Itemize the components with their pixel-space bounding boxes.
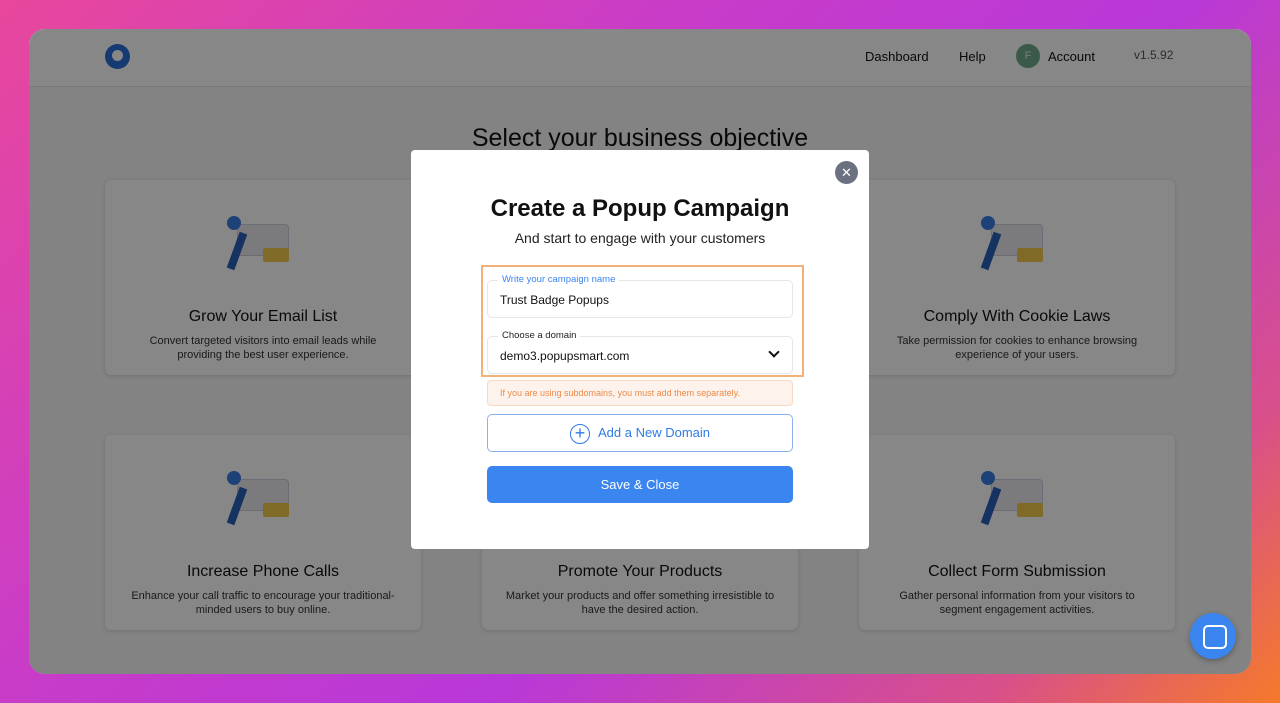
plus-circle-icon: +: [570, 423, 590, 444]
add-domain-button[interactable]: + Add a New Domain: [487, 414, 793, 452]
add-domain-label: Add a New Domain: [598, 425, 710, 440]
campaign-name-value: Trust Badge Popups: [500, 293, 609, 307]
chevron-down-icon: [768, 346, 780, 358]
chat-icon[interactable]: [1190, 613, 1236, 659]
modal-title: Create a Popup Campaign: [490, 195, 790, 222]
subdomain-warning: If you are using subdomains, you must ad…: [487, 380, 793, 406]
modal-subtitle: And start to engage with your customers: [514, 230, 766, 246]
domain-select[interactable]: Choose a domain demo3.popupsmart.com: [487, 330, 793, 374]
campaign-name-label: Write your campaign name: [498, 274, 620, 285]
domain-value: demo3.popupsmart.com: [500, 349, 630, 363]
create-campaign-modal: ✕ Create a Popup Campaign And start to e…: [411, 150, 869, 549]
save-close-button[interactable]: Save & Close: [487, 466, 793, 503]
campaign-name-input[interactable]: Write your campaign name Trust Badge Pop…: [487, 274, 793, 318]
close-icon[interactable]: ✕: [835, 161, 858, 184]
domain-label: Choose a domain: [498, 330, 581, 341]
